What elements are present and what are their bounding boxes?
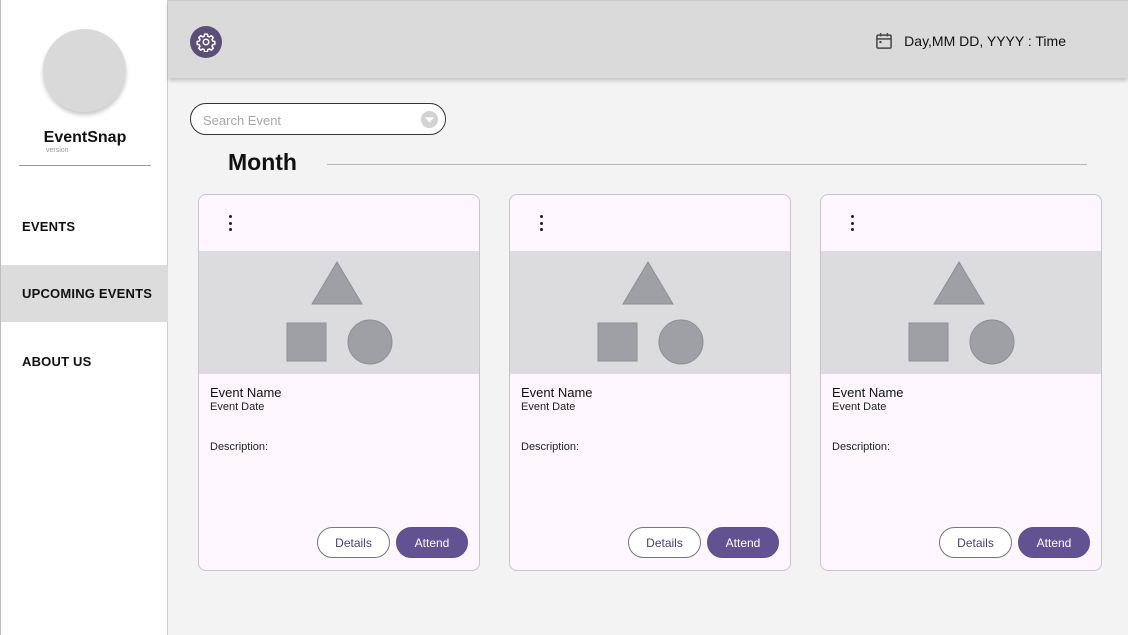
sidebar-item-label: UPCOMING EVENTS — [22, 286, 153, 301]
search-box — [190, 103, 446, 135]
event-card: Event Name Event Date Description: Detai… — [198, 194, 480, 571]
chevron-down-icon — [425, 116, 434, 123]
image-placeholder-icon — [597, 261, 704, 365]
sidebar-item-label: EVENTS — [22, 219, 76, 234]
event-name: Event Name — [210, 385, 282, 400]
event-card: Event Name Event Date Description: Detai… — [820, 194, 1102, 571]
image-placeholder-icon — [908, 261, 1015, 365]
event-description: Description: — [521, 441, 580, 453]
sidebar-item-label: ABOUT US — [22, 354, 92, 369]
app-title: EventSnap — [43, 129, 127, 146]
details-button[interactable]: Details — [317, 527, 390, 558]
event-date: Event Date — [832, 401, 887, 413]
sidebar-item-upcoming-events[interactable]: UPCOMING EVENTS — [1, 265, 168, 322]
more-options-icon[interactable] — [536, 215, 546, 231]
event-name: Event Name — [521, 385, 593, 400]
more-options-icon[interactable] — [225, 215, 235, 231]
image-placeholder-icon — [286, 261, 393, 365]
event-date: Event Date — [210, 401, 265, 413]
sidebar-item-about-us[interactable]: ABOUT US — [1, 333, 168, 390]
attend-button[interactable]: Attend — [1018, 527, 1090, 558]
section-title: Month — [228, 149, 297, 175]
event-description: Description: — [832, 441, 891, 453]
calendar-icon — [876, 33, 893, 49]
details-button[interactable]: Details — [939, 527, 1012, 558]
details-button[interactable]: Details — [628, 527, 701, 558]
attend-button[interactable]: Attend — [707, 527, 779, 558]
sidebar-divider — [19, 165, 151, 166]
event-name: Event Name — [832, 385, 904, 400]
event-image-placeholder — [821, 251, 1101, 374]
search-dropdown-button[interactable] — [421, 111, 438, 128]
event-card: Event Name Event Date Description: Detai… — [509, 194, 791, 571]
more-options-icon[interactable] — [847, 215, 857, 231]
settings-button[interactable] — [190, 26, 222, 58]
datetime-display: Day,MM DD, YYYY : Time — [874, 31, 1066, 51]
event-image-placeholder — [199, 251, 479, 374]
avatar — [43, 29, 126, 112]
search-input[interactable] — [203, 110, 418, 130]
section-divider — [327, 164, 1087, 165]
attend-button[interactable]: Attend — [396, 527, 468, 558]
datetime-text: Day,MM DD, YYYY : Time — [904, 33, 1066, 49]
app-version: version — [46, 147, 69, 154]
sidebar-item-events[interactable]: EVENTS — [1, 198, 168, 255]
event-image-placeholder — [510, 251, 790, 374]
top-header: Day,MM DD, YYYY : Time — [168, 0, 1128, 78]
event-date: Event Date — [521, 401, 576, 413]
gear-icon — [196, 33, 216, 52]
event-description: Description: — [210, 441, 269, 453]
sidebar: EventSnap version EVENTS UPCOMING EVENTS… — [0, 0, 168, 635]
